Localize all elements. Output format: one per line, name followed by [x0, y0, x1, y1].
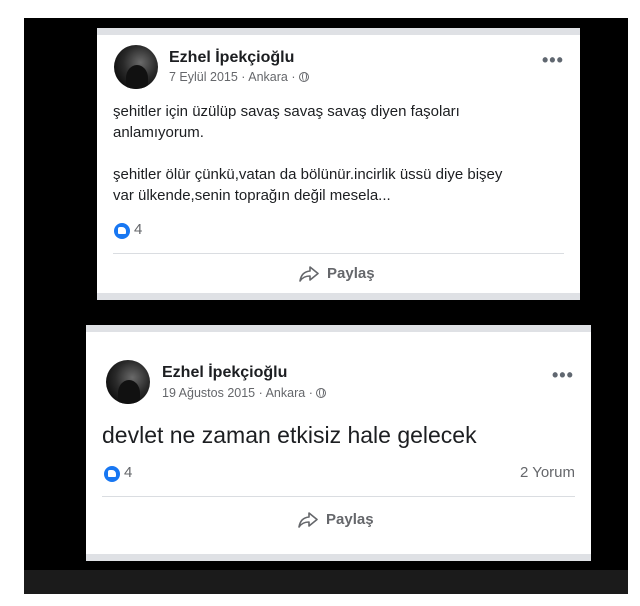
post-meta: 19 Ağustos 2015 · Ankara ·	[162, 386, 327, 400]
card-bottom-band	[97, 293, 580, 300]
meta-separator: ·	[308, 386, 313, 400]
card-top-band	[86, 325, 591, 332]
post-card-2: Ezhel İpekçioğlu 19 Ağustos 2015 · Ankar…	[86, 325, 591, 561]
post-text: devlet ne zaman etkisiz hale gelecek	[102, 422, 477, 448]
comment-count[interactable]: 2 Yorum	[520, 464, 575, 481]
like-count[interactable]: 4	[124, 464, 132, 481]
like-icon	[104, 466, 120, 482]
share-button[interactable]: Paylaş	[299, 265, 375, 282]
share-label: Paylaş	[327, 265, 375, 282]
share-arrow-icon	[299, 265, 319, 282]
like-count[interactable]: 4	[134, 221, 142, 238]
avatar[interactable]	[106, 360, 150, 404]
share-label: Paylaş	[326, 511, 374, 528]
divider	[102, 496, 575, 497]
post-author[interactable]: Ezhel İpekçioğlu	[169, 49, 294, 67]
globe-icon	[316, 388, 327, 398]
meta-separator: ·	[291, 70, 296, 84]
more-options-icon[interactable]: •••	[542, 50, 564, 71]
post-date[interactable]: 7 Eylül 2015	[169, 70, 238, 84]
card-bottom-band	[86, 554, 591, 561]
like-icon	[114, 223, 130, 239]
share-arrow-icon	[298, 511, 318, 528]
avatar[interactable]	[114, 45, 158, 89]
bottom-strip	[24, 570, 628, 594]
post-location: Ankara	[265, 386, 306, 400]
meta-separator: ·	[241, 70, 246, 84]
post-author[interactable]: Ezhel İpekçioğlu	[162, 364, 287, 382]
meta-separator: ·	[258, 386, 263, 400]
post-text: şehitler için üzülüp savaş savaş savaş d…	[113, 103, 503, 204]
post-date[interactable]: 19 Ağustos 2015	[162, 386, 255, 400]
card-top-band	[97, 28, 580, 35]
divider	[113, 253, 564, 254]
globe-icon	[299, 72, 310, 82]
post-meta: 7 Eylül 2015 · Ankara ·	[169, 70, 310, 84]
post-location: Ankara	[248, 70, 288, 84]
more-options-icon[interactable]: •••	[552, 365, 574, 386]
post-card-1: Ezhel İpekçioğlu 7 Eylül 2015 · Ankara ·…	[97, 28, 580, 300]
share-button[interactable]: Paylaş	[298, 511, 374, 528]
